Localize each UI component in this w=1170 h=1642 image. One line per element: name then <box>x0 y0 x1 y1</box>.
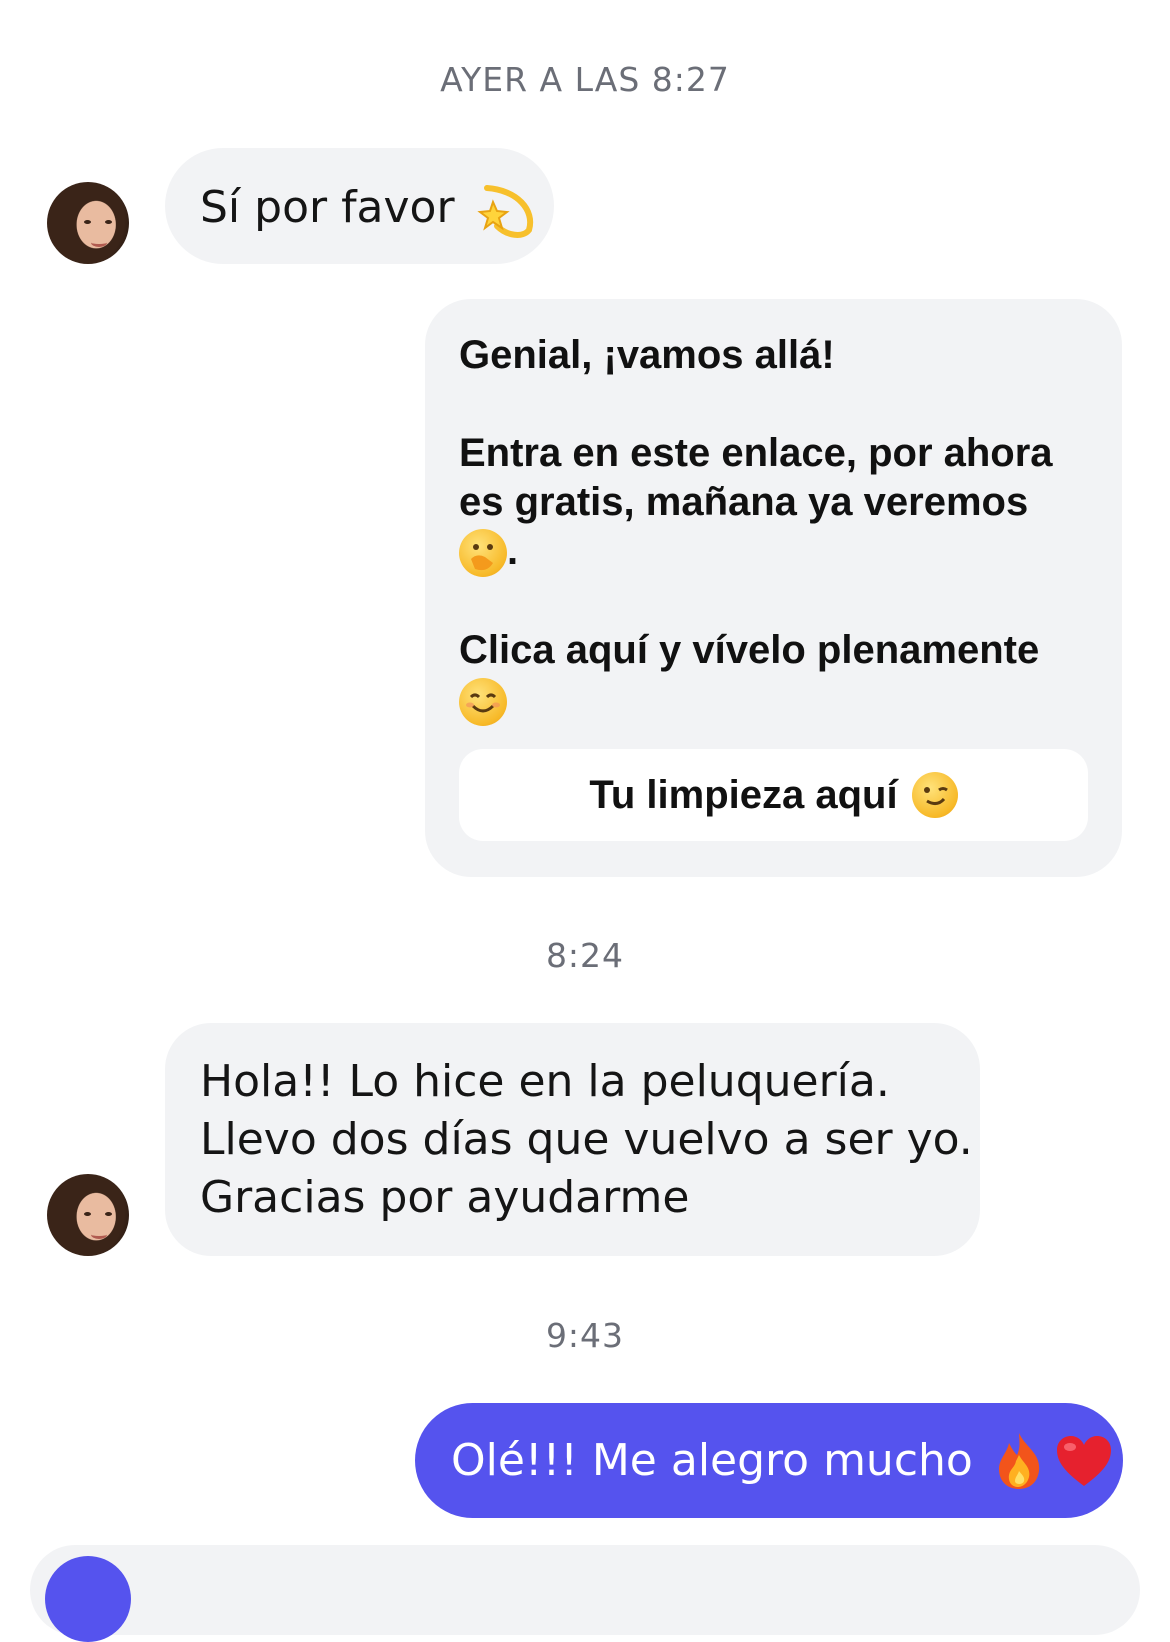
fire-emoji <box>998 1432 1039 1489</box>
card-text: Entra en este enlace, por ahora es grati… <box>459 431 1053 524</box>
winking-face-emoji <box>911 772 958 818</box>
timestamp: 8:24 <box>545 936 625 975</box>
incoming-message-bubble[interactable]: Hola!! Lo hice en la peluquería. Llevo d… <box>165 1023 980 1256</box>
camera-button[interactable] <box>45 1556 131 1642</box>
smiling-face-emoji <box>459 677 507 726</box>
incoming-message-bubble[interactable]: Sí por favor <box>165 148 554 264</box>
message-text: Sí por favor <box>200 182 455 233</box>
contact-avatar[interactable] <box>47 1174 129 1256</box>
timestamp: AYER A LAS 8:27 <box>440 60 730 99</box>
message-text: Gracias por ayudarme <box>200 1172 690 1223</box>
red-heart-emoji <box>1056 1435 1111 1486</box>
card-heading: Genial, ¡vamos allá! <box>459 333 835 377</box>
message-text: Olé!!! Me alegro mucho <box>451 1435 973 1486</box>
outgoing-card-message: Genial, ¡vamos allá! Entra en este enlac… <box>425 299 1122 877</box>
timestamp: 9:43 <box>545 1316 625 1355</box>
message-composer[interactable] <box>30 1545 1140 1635</box>
message-text: Llevo dos días que vuelvo a ser yo. <box>200 1114 973 1165</box>
dizzy-star-emoji <box>476 185 533 238</box>
message-text: Hola!! Lo hice en la peluquería. <box>200 1056 890 1107</box>
hand-over-mouth-emoji <box>459 529 507 578</box>
link-button[interactable]: Tu limpieza aquí <box>459 749 1088 841</box>
contact-avatar[interactable] <box>47 182 129 264</box>
outgoing-message-bubble[interactable]: Olé!!! Me alegro mucho <box>415 1403 1123 1518</box>
card-text: Clica aquí y vívelo plenamente <box>459 628 1040 673</box>
